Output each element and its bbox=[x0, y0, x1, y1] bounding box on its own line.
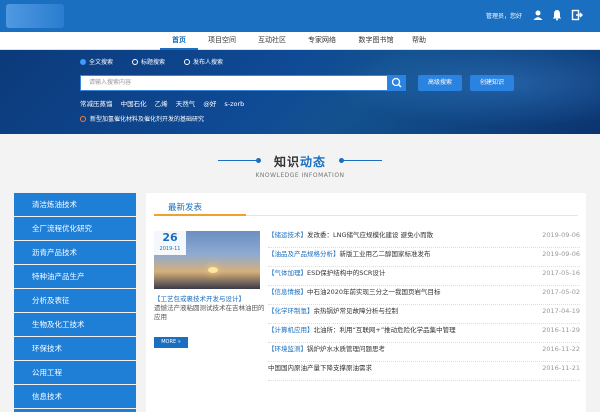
nav-item-project-space[interactable]: 项目空间 bbox=[200, 32, 244, 50]
sidebar-item[interactable]: 清洁炼油技术 bbox=[14, 193, 136, 217]
section-subtitle: KNOWLEDGE INFOMATION bbox=[255, 172, 345, 179]
date-year-month: 2019-11 bbox=[159, 246, 181, 252]
banner-news-link[interactable]: 新型加氢催化材料及催化剂开发的基础研究 bbox=[80, 114, 204, 123]
sidebar-item[interactable]: 全厂流程优化研究 bbox=[14, 217, 136, 241]
radio-label: 标题搜索 bbox=[141, 59, 166, 66]
radio-label: 全文搜索 bbox=[89, 59, 114, 66]
news-category: 【油品及产品规格分析】 bbox=[268, 250, 340, 258]
featured-desc[interactable]: 遗憾法产液粘圆测试技术在吉林油田的应用 bbox=[154, 304, 266, 322]
news-category: 【信息情报】 bbox=[268, 288, 307, 296]
banner-glow bbox=[300, 50, 600, 134]
news-date: 2017-04-19 bbox=[542, 307, 580, 315]
search-input[interactable]: 请输入搜索内容 bbox=[80, 75, 388, 91]
sidebar-item[interactable]: 特种油产品生产 bbox=[14, 265, 136, 289]
sidebar-item[interactable]: 分析及表征 bbox=[14, 289, 136, 313]
search-button[interactable] bbox=[388, 75, 406, 91]
featured-title[interactable]: 【工艺包或裹技术开发与设计】 bbox=[154, 295, 266, 304]
bell-icon[interactable] bbox=[551, 9, 563, 21]
radio-fulltext[interactable]: 全文搜索 bbox=[80, 57, 113, 66]
news-category: 【气体加理】 bbox=[268, 269, 307, 277]
logout-icon[interactable] bbox=[571, 9, 583, 21]
sidebar-item[interactable]: 沥青产品技术 bbox=[14, 241, 136, 265]
banner-news-text: 新型加氢催化材料及催化剂开发的基础研究 bbox=[90, 116, 205, 123]
news-row[interactable]: 【环境监测】锅炉炉水水质管理问题思考 2016-11-22 bbox=[268, 343, 580, 362]
advanced-search-button[interactable]: 高级搜索 bbox=[418, 75, 462, 91]
news-title: 中石油2020年前实现三分之一我国页岩气目标 bbox=[307, 288, 441, 296]
news-date: 2016-11-29 bbox=[542, 326, 580, 334]
news-date: 2017-05-16 bbox=[542, 269, 580, 277]
hot-word[interactable]: 中国石化 bbox=[121, 100, 147, 108]
search-banner: 全文搜索 标题搜索 发布人搜索 请输入搜索内容 高级搜索 创建知识 常减压蒸馏 … bbox=[0, 50, 600, 134]
news-row[interactable]: 【化学环制氢】余热锅炉常见故障分析与控制 2017-04-19 bbox=[268, 305, 580, 324]
nav-item-community[interactable]: 互动社区 bbox=[250, 32, 294, 50]
hot-word[interactable]: @好 bbox=[203, 100, 216, 108]
news-title: 中国国内原油产量下降支撑原油需求 bbox=[268, 364, 372, 372]
hot-word[interactable]: 天然气 bbox=[176, 100, 196, 108]
sidebar-item[interactable]: 环保技术 bbox=[14, 337, 136, 361]
section-title: 知识动态 bbox=[0, 153, 600, 170]
tab-active-underline bbox=[154, 214, 246, 216]
sidebar-item[interactable]: 公用工程 bbox=[14, 361, 136, 385]
news-date: 2019-09-06 bbox=[542, 231, 580, 239]
featured-article: 26 2019-11 【工艺包或裹技术开发与设计】 遗憾法产液粘圆测试技术在吉林… bbox=[154, 231, 265, 351]
more-button[interactable]: MORE » bbox=[154, 337, 188, 348]
radio-publisher[interactable]: 发布人搜索 bbox=[184, 57, 223, 66]
news-date: 2016-11-21 bbox=[542, 364, 580, 372]
news-row[interactable]: 【信息情报】中石油2020年前实现三分之一我国页岩气目标 2017-05-02 bbox=[268, 286, 580, 305]
latest-panel: 最新发表 26 2019-11 【工艺包或裹技术开发与设计】 遗憾法产液粘圆测试… bbox=[146, 193, 586, 412]
news-category: 【化学环制氢】 bbox=[268, 307, 314, 315]
nav-item-library[interactable]: 数字图书馆 bbox=[350, 32, 402, 50]
nav-item-home[interactable]: 首页 bbox=[160, 32, 198, 50]
news-row[interactable]: 【储运技术】发改委：LNG储气应规模化建设 避免小而散 2019-09-06 bbox=[268, 229, 580, 248]
radio-title[interactable]: 标题搜索 bbox=[132, 57, 165, 66]
news-title: 余热锅炉常见故障分析与控制 bbox=[313, 307, 399, 315]
main-nav: 首页 项目空间 互动社区 专家网络 数字图书馆 帮助 bbox=[0, 32, 600, 50]
news-category: 【计算机应用】 bbox=[268, 326, 314, 334]
hot-word[interactable]: 常减压蒸馏 bbox=[80, 100, 113, 108]
news-category: 【环境监测】 bbox=[268, 345, 307, 353]
radio-dot bbox=[184, 59, 190, 65]
date-badge: 26 2019-11 bbox=[154, 231, 186, 255]
sidebar-item[interactable]: 信息技术 bbox=[14, 385, 136, 409]
create-knowledge-button[interactable]: 创建知识 bbox=[470, 75, 514, 91]
category-sidebar: 清洁炼油技术 全厂流程优化研究 沥青产品技术 特种油产品生产 分析及表征 生物及… bbox=[14, 193, 136, 412]
news-row[interactable]: 中国国内原油产量下降支撑原油需求 2016-11-21 bbox=[268, 362, 580, 381]
news-row[interactable]: 【气体加理】ESD保护结构中的SCR设计 2017-05-16 bbox=[268, 267, 580, 286]
nav-item-experts[interactable]: 专家网络 bbox=[300, 32, 344, 50]
tab-latest[interactable]: 最新发表 bbox=[168, 201, 202, 213]
hot-word[interactable]: s-zorb bbox=[224, 100, 244, 108]
news-row[interactable]: 【油品及产品规格分析】新版工业用乙二醇国家标准发布 2019-09-06 bbox=[268, 248, 580, 267]
news-date: 2016-11-22 bbox=[542, 345, 580, 353]
news-title: 新版工业用乙二醇国家标准发布 bbox=[339, 250, 431, 258]
featured-image[interactable]: 26 2019-11 bbox=[154, 231, 260, 289]
section-title-main: 知识 bbox=[273, 155, 300, 169]
hot-words: 常减压蒸馏 中国石化 乙烯 天然气 @好 s-zorb bbox=[80, 98, 250, 108]
user-icon[interactable] bbox=[532, 9, 544, 21]
nav-item-help[interactable]: 帮助 bbox=[404, 32, 434, 50]
logo[interactable] bbox=[6, 4, 64, 28]
sidebar-item[interactable]: 生物及化工技术 bbox=[14, 313, 136, 337]
news-category: 【储运技术】 bbox=[268, 231, 307, 239]
news-row[interactable]: 【计算机应用】北油所：利用“互联网+”推动危险化学品集中管理 2016-11-29 bbox=[268, 324, 580, 343]
sunset-sun bbox=[208, 267, 218, 273]
news-alert-icon bbox=[80, 116, 86, 122]
user-greeting[interactable]: 管理员，您好 bbox=[486, 11, 522, 20]
date-day: 26 bbox=[162, 231, 178, 244]
news-title: 发改委：LNG储气应规模化建设 避免小而散 bbox=[307, 231, 434, 239]
radio-dot-checked bbox=[80, 59, 86, 65]
news-title: 锅炉炉水水质管理问题思考 bbox=[307, 345, 385, 353]
news-title: 北油所：利用“互联网+”推动危险化学品集中管理 bbox=[313, 326, 456, 334]
radio-dot bbox=[132, 59, 138, 65]
news-date: 2017-05-02 bbox=[542, 288, 580, 296]
news-date: 2019-09-06 bbox=[542, 250, 580, 258]
section-title-highlight: 动态 bbox=[300, 155, 327, 169]
top-bar: 管理员，您好 bbox=[0, 0, 600, 32]
news-title: ESD保护结构中的SCR设计 bbox=[307, 269, 386, 277]
hot-word[interactable]: 乙烯 bbox=[155, 100, 168, 108]
radio-label: 发布人搜索 bbox=[193, 59, 224, 66]
search-icon bbox=[391, 77, 402, 88]
